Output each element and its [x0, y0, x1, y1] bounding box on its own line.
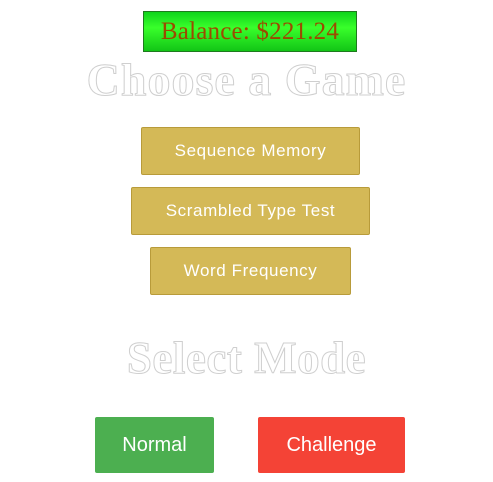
challenge-mode-button[interactable]: Challenge	[258, 417, 405, 473]
choose-game-heading: Choose a Game	[86, 54, 407, 105]
normal-mode-button[interactable]: Normal	[95, 417, 214, 473]
select-mode-heading: Select Mode	[126, 333, 367, 383]
balance-display: Balance: $221.24	[143, 11, 357, 52]
sequence-memory-button[interactable]: Sequence Memory	[141, 127, 360, 175]
scrambled-type-test-button[interactable]: Scrambled Type Test	[131, 187, 370, 235]
game-menu-page: Balance: $221.24 Choose a Game Sequence …	[0, 0, 493, 482]
word-frequency-button[interactable]: Word Frequency	[150, 247, 351, 295]
